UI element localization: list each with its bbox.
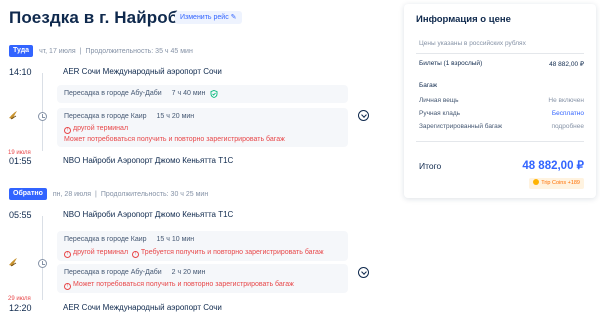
change-flight-button[interactable]: Изменить рейс ✎ — [175, 11, 242, 24]
total-label: Итого — [419, 161, 442, 171]
outbound-duration: Продолжительность: 35 ч 45 мин — [85, 47, 193, 55]
trip-coins-text: Trip Coins +189 — [541, 180, 580, 186]
layover-duration: 2 ч 20 мин — [171, 269, 206, 276]
checked-baggage-details-link[interactable]: подробнее — [551, 123, 584, 130]
expand-details-button[interactable] — [358, 110, 369, 121]
return-arrive-place: AER Сочи Международный аэропорт Сочи — [63, 303, 222, 312]
outbound-arrive-time: 01:55 — [9, 156, 32, 166]
outbound-layover-abudhabi: Пересадка в городе Абу-Даби 7 ч 40 мин — [57, 85, 348, 103]
expand-details-button[interactable] — [358, 267, 369, 278]
warning-icon: ! — [64, 283, 71, 290]
coin-icon — [533, 179, 540, 185]
return-layover-abudhabi: Пересадка в городе Абу-Даби 2 ч 20 мин ! М… — [57, 264, 348, 293]
hand-luggage-label: Ручная кладь — [419, 110, 461, 117]
outbound-depart-time: 14:10 — [9, 67, 32, 77]
outbound-depart-place: AER Сочи Международный аэропорт Сочи — [63, 67, 222, 76]
layover-duration: 15 ч 10 мин — [156, 236, 195, 243]
baggage-warning: Может потребоваться получить и повторно … — [73, 281, 294, 288]
trip-coins-badge: Trip Coins +189 — [529, 178, 584, 189]
return-timeline — [42, 216, 43, 300]
return-summary: Обратно пн, 28 июля | Продолжительность:… — [9, 188, 208, 200]
outbound-badge: Туда — [9, 45, 34, 57]
layover-city: Пересадка в городе Абу-Даби — [64, 269, 162, 276]
baggage-header: Багаж — [419, 82, 438, 89]
checked-baggage-label: Зарегистрированный багаж — [419, 123, 503, 130]
shield-icon — [210, 90, 218, 98]
edit-icon: ✎ — [230, 14, 237, 21]
baggage-warning: Требуется получить и повторно зарегистри… — [140, 249, 324, 256]
outbound-layover-cairo: Пересадка в городе Каир 15 ч 20 мин ! друг… — [57, 108, 348, 147]
layover-clock-icon — [38, 259, 47, 268]
change-flight-label: Изменить рейс — [180, 14, 229, 21]
outbound-date: чт, 17 июля — [39, 47, 76, 55]
terminal-warning: другой терминал — [73, 125, 129, 132]
airline-logo-icon — [9, 111, 17, 120]
return-layover-cairo: Пересадка в городе Каир 15 ч 10 мин ! друг… — [57, 231, 348, 261]
layover-city: Пересадка в городе Абу-Даби — [64, 90, 162, 97]
return-arrive-time: 12:20 — [9, 303, 32, 313]
personal-item-label: Личная вещь — [419, 97, 459, 104]
currency-note: Цены указаны в российских рублях — [419, 40, 526, 47]
total-price: 48 882,00 ₽ — [522, 160, 584, 172]
return-arrive-date: 29 июля — [8, 296, 31, 302]
divider — [416, 141, 584, 142]
outbound-summary: Туда чт, 17 июля | Продолжительность: 35… — [9, 45, 193, 57]
layover-duration: 15 ч 20 мин — [156, 113, 195, 120]
return-badge: Обратно — [9, 188, 47, 200]
outbound-arrive-place: NBO Найроби Аэропорт Джомо Кеньятта T1C — [63, 156, 234, 165]
warning-icon: ! — [64, 251, 71, 258]
return-date: пн, 28 июля — [52, 190, 92, 198]
hand-luggage-value: Бесплатно — [551, 110, 584, 117]
tickets-label: Билеты (1 взрослый) — [419, 60, 483, 67]
personal-item-value: Не включен — [548, 97, 584, 104]
layover-duration: 7 ч 40 мин — [171, 90, 206, 97]
divider — [416, 53, 584, 54]
baggage-warning: Может потребоваться получить и повторно … — [64, 136, 285, 143]
page-title: Поездка в г. Найроби — [9, 8, 189, 27]
price-info-card: Информация о цене Цены указаны в российс… — [404, 4, 596, 198]
layover-city: Пересадка в городе Каир — [64, 236, 147, 243]
price-card-title: Информация о цене — [416, 14, 511, 25]
return-depart-place: NBO Найроби Аэропорт Джомо Кеньятта T1C — [63, 210, 234, 219]
return-duration: Продолжительность: 30 ч 25 мин — [100, 190, 209, 198]
layover-clock-icon — [38, 112, 47, 121]
layover-city: Пересадка в городе Каир — [64, 113, 147, 120]
tickets-value: 48 882,00 ₽ — [549, 61, 584, 68]
airline-logo-icon — [9, 258, 17, 267]
return-depart-time: 05:55 — [9, 210, 32, 220]
warning-icon: ! — [131, 251, 139, 258]
terminal-warning: другой терминал — [73, 249, 129, 256]
warning-icon: ! — [64, 127, 71, 134]
